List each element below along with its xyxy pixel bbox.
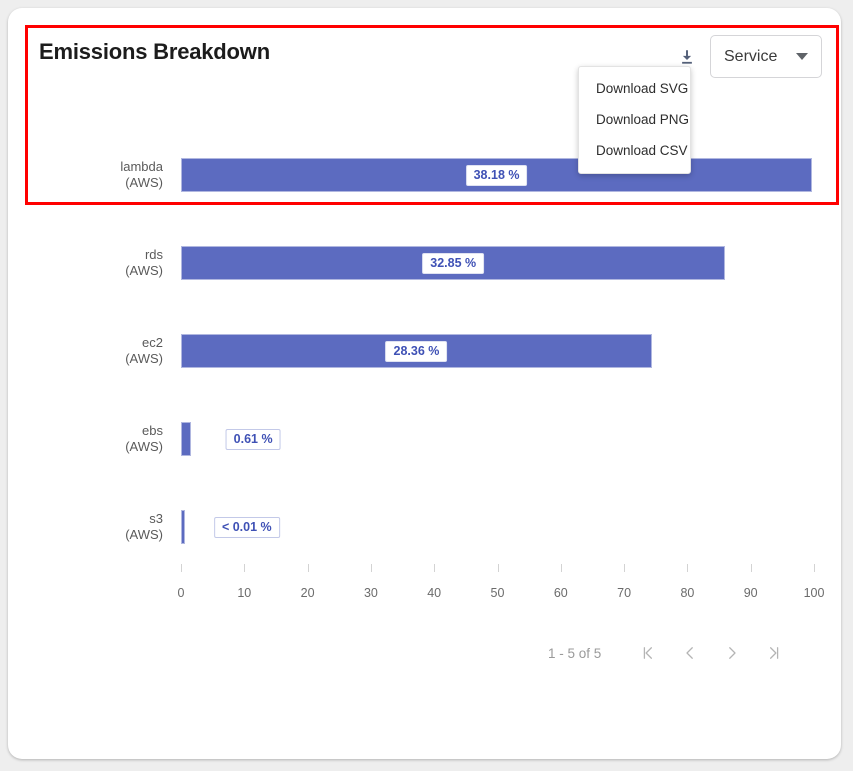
bar-category-label: rds (AWS)	[8, 247, 163, 279]
x-axis-tick	[560, 564, 562, 572]
bar-category-name: lambda	[120, 159, 163, 174]
bar-category-label: s3 (AWS)	[8, 511, 163, 543]
x-axis-tick-label: 100	[803, 586, 825, 600]
bar-value-label: < 0.01 %	[213, 517, 280, 538]
previous-page-icon[interactable]	[669, 633, 711, 673]
bar-category-name: rds	[144, 247, 163, 262]
bar-category-name: ebs	[142, 423, 163, 438]
bar-value-label: 32.85 %	[422, 253, 485, 274]
x-axis-tick	[687, 564, 689, 572]
download-menu-item[interactable]: Download CSV	[579, 135, 690, 166]
download-menu-item[interactable]: Download PNG	[579, 104, 690, 135]
x-axis-tick-label: 70	[617, 586, 632, 600]
bar-category-provider: (AWS)	[125, 527, 163, 542]
bar-row: lambda (AWS) 38.18 %	[8, 158, 841, 194]
bar-value-label: 38.18 %	[465, 165, 528, 186]
x-axis-tick-label: 80	[680, 586, 695, 600]
paginator: 1 - 5 of 5	[548, 633, 795, 673]
x-axis-tick	[624, 564, 626, 572]
bar-row: rds (AWS) 32.85 %	[8, 246, 841, 282]
bar-category-provider: (AWS)	[125, 263, 163, 278]
bar-category-name: s3	[149, 511, 163, 526]
x-axis: 0 10 20 30 40 50 60 70 80 90 100	[8, 564, 841, 624]
x-axis-tick-label: 0	[177, 586, 185, 600]
x-axis-tick-label: 10	[237, 586, 252, 600]
first-page-icon[interactable]	[627, 633, 669, 673]
bar-value-label: 0.61 %	[225, 429, 281, 450]
x-axis-tick	[814, 564, 815, 572]
x-axis-tick	[497, 564, 499, 572]
x-axis-tick	[307, 564, 309, 572]
bar-category-label: ec2 (AWS)	[8, 335, 163, 367]
x-axis-tick-label: 90	[743, 586, 758, 600]
bar-category-name: ec2	[142, 335, 163, 350]
download-menu[interactable]: Download SVG Download PNG Download CSV	[578, 66, 691, 174]
emissions-breakdown-card: Emissions Breakdown Service lambda (AWS) 3…	[8, 8, 841, 759]
service-dropdown-label: Service	[724, 47, 778, 65]
x-axis-tick	[434, 564, 436, 572]
chevron-down-icon	[796, 53, 808, 60]
screenshot-root: Emissions Breakdown Service lambda (AWS) 3…	[0, 0, 853, 771]
x-axis-tick	[370, 564, 372, 572]
bar[interactable]	[181, 422, 192, 456]
bar-row: ec2 (AWS) 28.36 %	[8, 334, 841, 370]
x-axis-tick-label: 20	[300, 586, 315, 600]
x-axis-tick	[244, 564, 246, 572]
x-axis-tick	[181, 564, 182, 572]
bar-row: s3 (AWS) < 0.01 %	[8, 510, 841, 546]
x-axis-tick	[750, 564, 752, 572]
x-axis-tick-label: 60	[553, 586, 568, 600]
bar-category-label: ebs (AWS)	[8, 423, 163, 455]
bar[interactable]	[181, 510, 185, 544]
bar-row: ebs (AWS) 0.61 %	[8, 422, 841, 458]
last-page-icon[interactable]	[753, 633, 795, 673]
bar-category-provider: (AWS)	[125, 351, 163, 366]
x-axis-tick-label: 50	[490, 586, 505, 600]
download-menu-item[interactable]: Download SVG	[579, 73, 690, 104]
x-axis-tick-label: 30	[363, 586, 378, 600]
bar-category-label: lambda (AWS)	[8, 159, 163, 191]
bar-value-label: 28.36 %	[385, 341, 448, 362]
bar-category-provider: (AWS)	[125, 175, 163, 190]
service-dropdown[interactable]: Service	[710, 35, 822, 78]
bar-category-provider: (AWS)	[125, 439, 163, 454]
paginator-range-label: 1 - 5 of 5	[548, 645, 602, 661]
next-page-icon[interactable]	[711, 633, 753, 673]
x-axis-tick-label: 40	[427, 586, 442, 600]
